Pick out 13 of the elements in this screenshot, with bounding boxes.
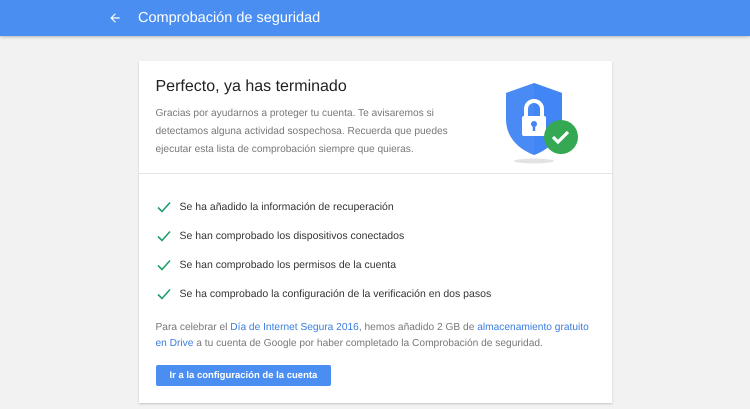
text-link[interactable]: en Drive — [156, 338, 194, 349]
account-settings-button[interactable]: Ir a la configuración de la cuenta — [156, 365, 332, 386]
checklist-item: Se han comprobado los dispositivos conectados — [180, 230, 404, 242]
card-title: Perfecto, ya has terminado — [156, 78, 348, 96]
checklist-item: Se ha comprobado la configuración de la verificación en dos pasos — [180, 288, 492, 300]
text-link[interactable]: almacenamiento gratuito — [477, 322, 589, 333]
checklist-item: Se ha añadido la información de recuperación — [180, 200, 394, 212]
description-text: Gracias por ayudarnos a proteger tu cuenta. Te avisaremos si detectamos alguna actividad sospechosa. Recuerda que puedes ejecutar esta lista de comprobación siempre que quieras. — [156, 107, 449, 157]
back-arrow-icon[interactable] — [108, 11, 122, 25]
page-title: Comprobación de seguridad — [138, 10, 320, 26]
storage-note-text: Para celebrar el Día de Internet Segura 2016, hemos añadido 2 GB de almacenamiento gratuito en Drive a tu cuenta de Google por haber completado la Comprobación de seguridad. — [156, 321, 590, 351]
checklist-item: Se han comprobado los permisos de la cuenta — [180, 258, 396, 270]
text-link[interactable]: Día de Internet Segura 2016 — [230, 322, 359, 333]
